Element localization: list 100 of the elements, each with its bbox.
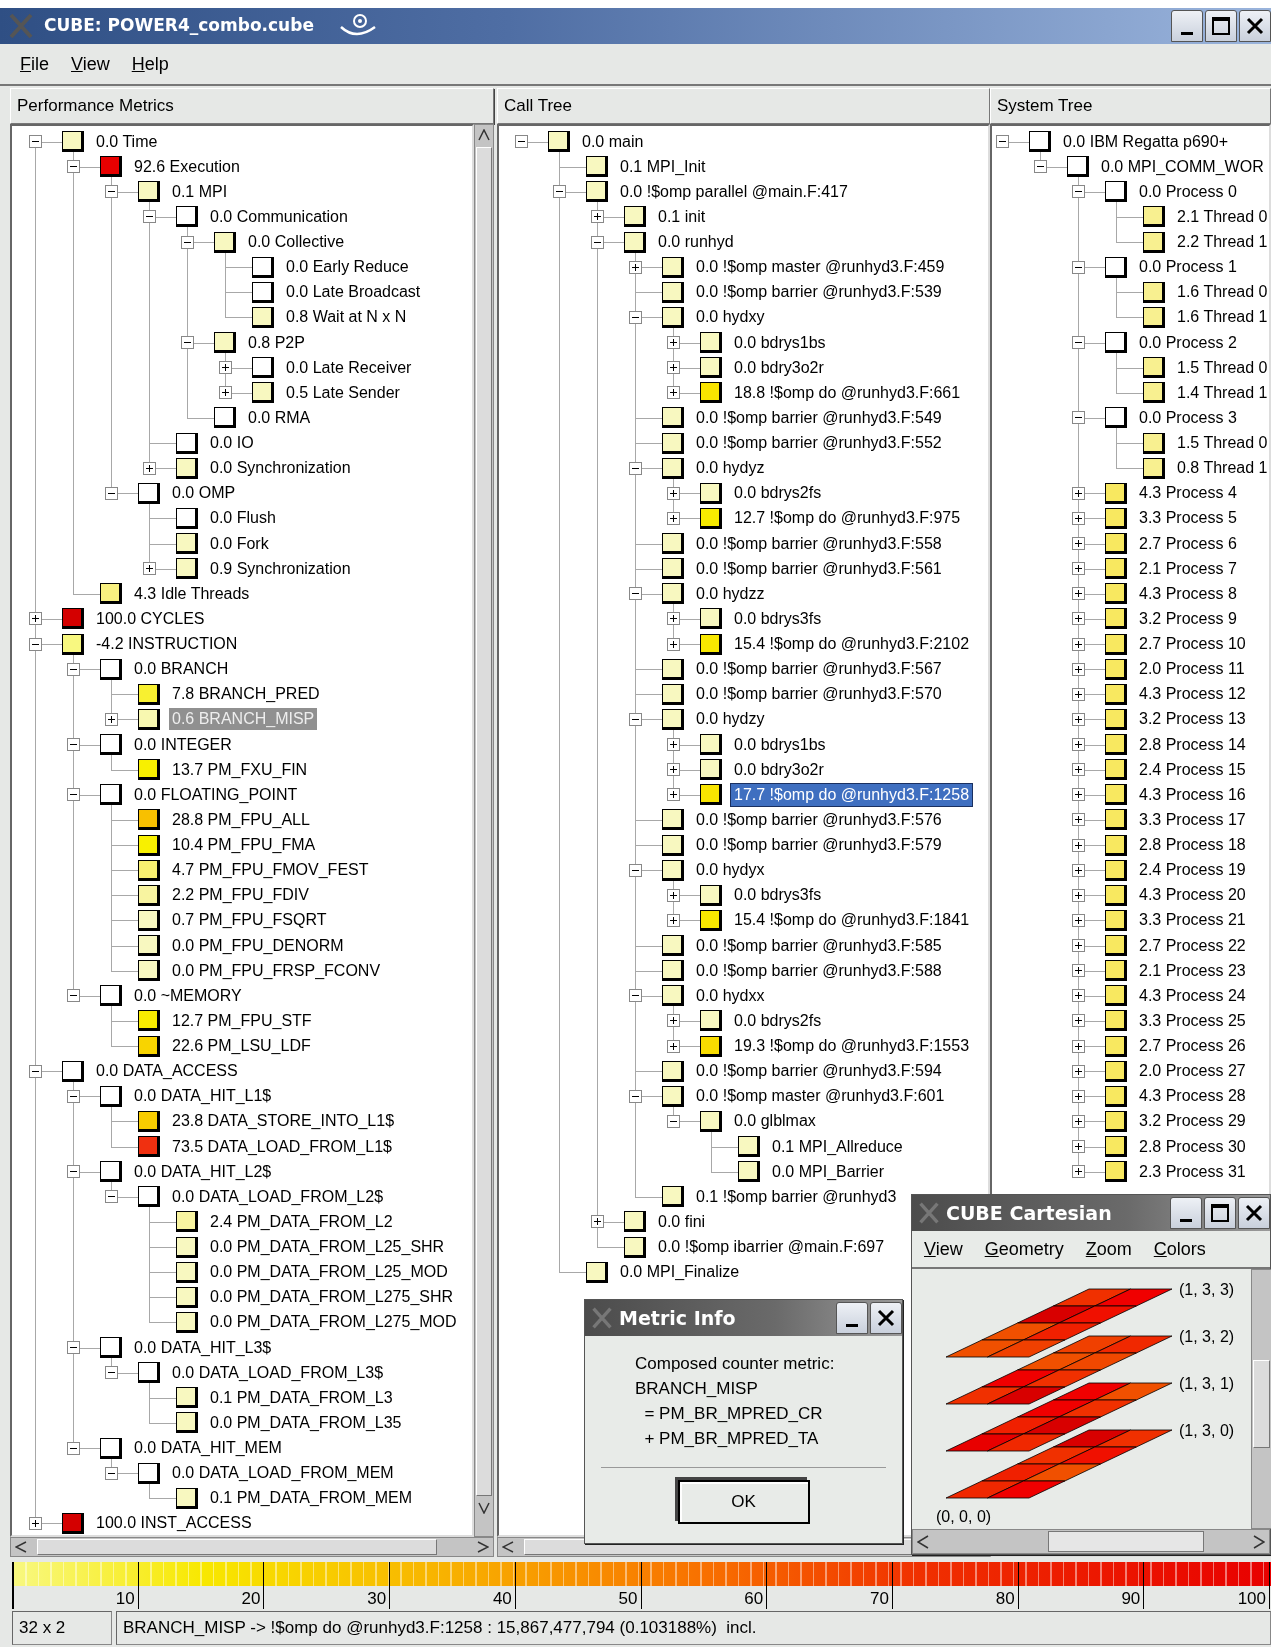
menu-item[interactable]: View <box>71 50 110 78</box>
tree-node-label[interactable]: 0.0 DATA_HIT_L2$ <box>131 1160 275 1183</box>
tree-node-label[interactable]: 0.0 bdrys2fs <box>731 1009 825 1032</box>
plus-box-toggle[interactable] <box>591 210 604 224</box>
tree-node-label[interactable]: 0.0 main <box>579 130 647 153</box>
minus-box-toggle[interactable] <box>629 310 642 324</box>
tree-node-label[interactable]: 0.0 !$omp barrier @runhyd3.F:539 <box>693 281 945 304</box>
plus-box-toggle[interactable] <box>629 260 642 274</box>
tree-node-label[interactable]: 1.5 Thread 0 <box>1174 432 1269 455</box>
minus-box-toggle[interactable] <box>1072 260 1085 274</box>
tree-node-label[interactable]: 0.8 Thread 1 <box>1174 457 1269 480</box>
minus-box-toggle[interactable] <box>105 486 118 500</box>
minus-box-toggle[interactable] <box>105 1190 118 1204</box>
tree-node-label[interactable]: 2.0 Process 11 <box>1136 658 1248 681</box>
tree-node-label[interactable]: 1.6 Thread 0 <box>1174 281 1269 304</box>
tree-node-label[interactable]: 0.0 DATA_HIT_L3$ <box>131 1336 275 1359</box>
plus-box-toggle[interactable] <box>1072 989 1085 1003</box>
tree-node-label[interactable]: 0.0 Communication <box>207 205 351 228</box>
tree-node-label[interactable]: 0.0 DATA_HIT_L1$ <box>131 1085 275 1108</box>
plus-box-toggle[interactable] <box>667 336 680 349</box>
tree-node-label[interactable]: 13.7 PM_FXU_FIN <box>169 758 311 781</box>
plus-box-toggle[interactable] <box>1072 763 1085 777</box>
tree-node-label[interactable]: 0.0 FLOATING_POINT <box>131 783 301 806</box>
plus-box-toggle[interactable] <box>1072 1064 1085 1078</box>
plus-box-toggle[interactable] <box>1072 788 1085 802</box>
minimize-button[interactable] <box>1170 1197 1202 1229</box>
plus-box-toggle[interactable] <box>1072 1140 1085 1153</box>
tree-node-label[interactable]: 0.7 PM_FPU_FSQRT <box>169 909 330 932</box>
minus-box-toggle[interactable] <box>67 788 80 802</box>
minus-box-toggle[interactable] <box>1072 185 1085 199</box>
tree-node-label[interactable]: 0.0 bdry3o2r <box>731 758 827 781</box>
tree-node-label[interactable]: 0.0 Process 3 <box>1136 406 1240 429</box>
minus-box-toggle[interactable] <box>996 135 1009 148</box>
tree-node-label[interactable]: 0.0 !$omp barrier @runhyd3.F:552 <box>693 432 945 455</box>
minus-box-toggle[interactable] <box>1072 336 1085 349</box>
plus-box-toggle[interactable] <box>1072 537 1085 550</box>
tree-node-label[interactable]: 0.0 Early Reduce <box>283 256 412 279</box>
plus-box-toggle[interactable] <box>1072 1114 1085 1128</box>
plus-box-toggle[interactable] <box>667 612 680 626</box>
minus-box-toggle[interactable] <box>181 235 194 249</box>
tree-node-label[interactable]: 0.0 PM_DATA_FROM_L35 <box>207 1411 405 1434</box>
tree-node-label[interactable]: 4.3 Process 28 <box>1136 1085 1249 1108</box>
plus-box-toggle[interactable] <box>667 1039 680 1053</box>
minus-box-toggle[interactable] <box>143 210 156 224</box>
tree-node-label[interactable]: 2.8 Process 18 <box>1136 834 1249 857</box>
tree-node-label[interactable]: 22.6 PM_LSU_LDF <box>169 1035 314 1058</box>
tree-node-label[interactable]: 100.0 INST_ACCESS <box>93 1512 255 1535</box>
plus-box-toggle[interactable] <box>1072 1014 1085 1028</box>
plus-box-toggle[interactable] <box>667 1014 680 1028</box>
minus-box-toggle[interactable] <box>29 1064 42 1078</box>
menu-item[interactable]: Zoom <box>1085 1235 1132 1263</box>
tree-node-label[interactable]: 0.0 !$omp barrier @runhyd3.F:567 <box>693 658 945 681</box>
plus-box-toggle[interactable] <box>1072 637 1085 651</box>
minus-box-toggle[interactable] <box>105 185 118 199</box>
minus-box-toggle[interactable] <box>629 1089 642 1103</box>
plus-box-toggle[interactable] <box>1072 964 1085 978</box>
tree-node-label[interactable]: 1.4 Thread 1 <box>1174 381 1269 404</box>
scrollbar-thumb[interactable] <box>1048 1531 1204 1552</box>
tree-node-label[interactable]: 4.3 Process 20 <box>1136 884 1249 907</box>
tree-node-label[interactable]: 4.3 Process 4 <box>1136 482 1240 505</box>
tree-node-label[interactable]: 0.0 fini <box>655 1210 709 1233</box>
tree-node-label[interactable]: 0.0 Collective <box>245 231 348 254</box>
plus-box-toggle[interactable] <box>143 562 156 576</box>
tree-node-label[interactable]: 2.7 Process 26 <box>1136 1035 1249 1058</box>
plus-box-toggle[interactable] <box>591 1215 604 1229</box>
tree-node-label[interactable]: 0.0 hydyx <box>693 859 768 882</box>
plus-box-toggle[interactable] <box>1072 939 1085 952</box>
tree-node-label[interactable]: 3.3 Process 25 <box>1136 1009 1249 1032</box>
tree-node-label[interactable]: 0.0 DATA_HIT_MEM <box>131 1437 285 1460</box>
minus-box-toggle[interactable] <box>29 135 42 148</box>
tree-node-label[interactable]: 0.0 Process 1 <box>1136 256 1240 279</box>
vertical-scrollbar[interactable] <box>1251 1269 1271 1529</box>
tree-node-label[interactable]: 0.0 PM_DATA_FROM_L25_MOD <box>207 1261 451 1284</box>
tree-node-label[interactable]: 0.0 OMP <box>169 482 239 505</box>
minus-box-toggle[interactable] <box>629 712 642 726</box>
tree-node-label[interactable]: 0.0 runhyd <box>655 231 737 254</box>
menu-item[interactable]: Help <box>131 50 169 78</box>
minus-box-toggle[interactable] <box>629 587 642 601</box>
tree-node-label[interactable]: 0.0 !$omp master @runhyd3.F:601 <box>693 1085 948 1108</box>
minus-box-toggle[interactable] <box>629 989 642 1003</box>
plus-box-toggle[interactable] <box>667 788 680 802</box>
menu-item[interactable]: Colors <box>1153 1235 1206 1263</box>
tree-node-label[interactable]: 3.3 Process 21 <box>1136 909 1249 932</box>
tree-node-label[interactable]: 0.1 MPI_Init <box>617 155 709 178</box>
tree-node-label[interactable]: 3.3 Process 17 <box>1136 808 1249 831</box>
tree-node-label[interactable]: 0.0 !$omp barrier @runhyd3.F:594 <box>693 1060 945 1083</box>
tree-node-label[interactable]: 0.0 !$omp barrier @runhyd3.F:570 <box>693 683 945 706</box>
tree-node-label[interactable]: 0.0 !$omp barrier @runhyd3.F:549 <box>693 406 945 429</box>
minus-box-toggle[interactable] <box>105 1366 118 1380</box>
plus-box-toggle[interactable] <box>29 612 42 626</box>
tree-node-label[interactable]: 2.1 Process 23 <box>1136 959 1249 982</box>
tree-node-label[interactable]: 2.7 Process 22 <box>1136 934 1249 957</box>
tree-node-label[interactable]: 12.7 !$omp do @runhyd3.F:975 <box>731 507 964 530</box>
tree-node-label[interactable]: 2.1 Thread 0 <box>1174 205 1269 228</box>
tree-node-label[interactable]: 0.1 MPI_Allreduce <box>769 1135 906 1158</box>
tree-node-label[interactable]: 3.2 Process 9 <box>1136 607 1240 630</box>
tree-node-label[interactable]: 2.3 Process 31 <box>1136 1160 1249 1183</box>
tree-node-label[interactable]: 4.3 Idle Threads <box>131 582 253 605</box>
plus-box-toggle[interactable] <box>1072 838 1085 852</box>
tree-node-label[interactable]: 0.0 hydxy <box>693 306 768 329</box>
